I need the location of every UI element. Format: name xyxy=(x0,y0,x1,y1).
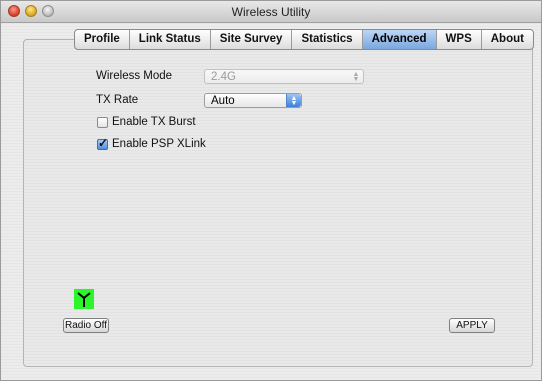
tab-bar: Profile Link Status Site Survey Statisti… xyxy=(74,29,534,50)
checkmark-icon: ✓ xyxy=(98,136,109,150)
wireless-mode-label: Wireless Mode xyxy=(96,70,173,82)
psp-xlink-label[interactable]: Enable PSP XLink xyxy=(112,138,206,150)
tx-rate-label: TX Rate xyxy=(96,94,139,106)
tab-about[interactable]: About xyxy=(482,30,533,49)
window-title: Wireless Utility xyxy=(231,5,311,19)
tab-link-status[interactable]: Link Status xyxy=(130,30,211,49)
radio-off-button[interactable]: Radio Off xyxy=(63,318,109,333)
apply-button[interactable]: APPLY xyxy=(449,318,495,333)
title-bar: Wireless Utility xyxy=(1,1,541,23)
select-arrows-icon: ▲ ▼ xyxy=(286,94,301,107)
tx-rate-value: Auto xyxy=(211,95,235,107)
tab-site-survey[interactable]: Site Survey xyxy=(211,30,293,49)
psp-xlink-checkbox[interactable]: ✓ xyxy=(97,136,109,150)
antenna-icon xyxy=(77,292,91,307)
radio-status-indicator xyxy=(74,289,94,309)
wireless-mode-select[interactable]: 2.4G ▲ ▼ xyxy=(204,69,364,84)
main-window: Wireless Utility Profile Link Status Sit… xyxy=(0,0,542,381)
tx-burst-checkbox[interactable] xyxy=(97,117,108,128)
tx-rate-select[interactable]: Auto ▲ ▼ xyxy=(204,93,302,108)
select-arrows-icon: ▲ ▼ xyxy=(352,70,360,83)
tab-profile[interactable]: Profile xyxy=(75,30,130,49)
tab-advanced[interactable]: Advanced xyxy=(362,30,437,49)
wireless-mode-value: 2.4G xyxy=(211,71,236,83)
tx-burst-label[interactable]: Enable TX Burst xyxy=(112,116,196,128)
tab-wps[interactable]: WPS xyxy=(437,30,482,49)
tab-statistics[interactable]: Statistics xyxy=(292,30,363,49)
